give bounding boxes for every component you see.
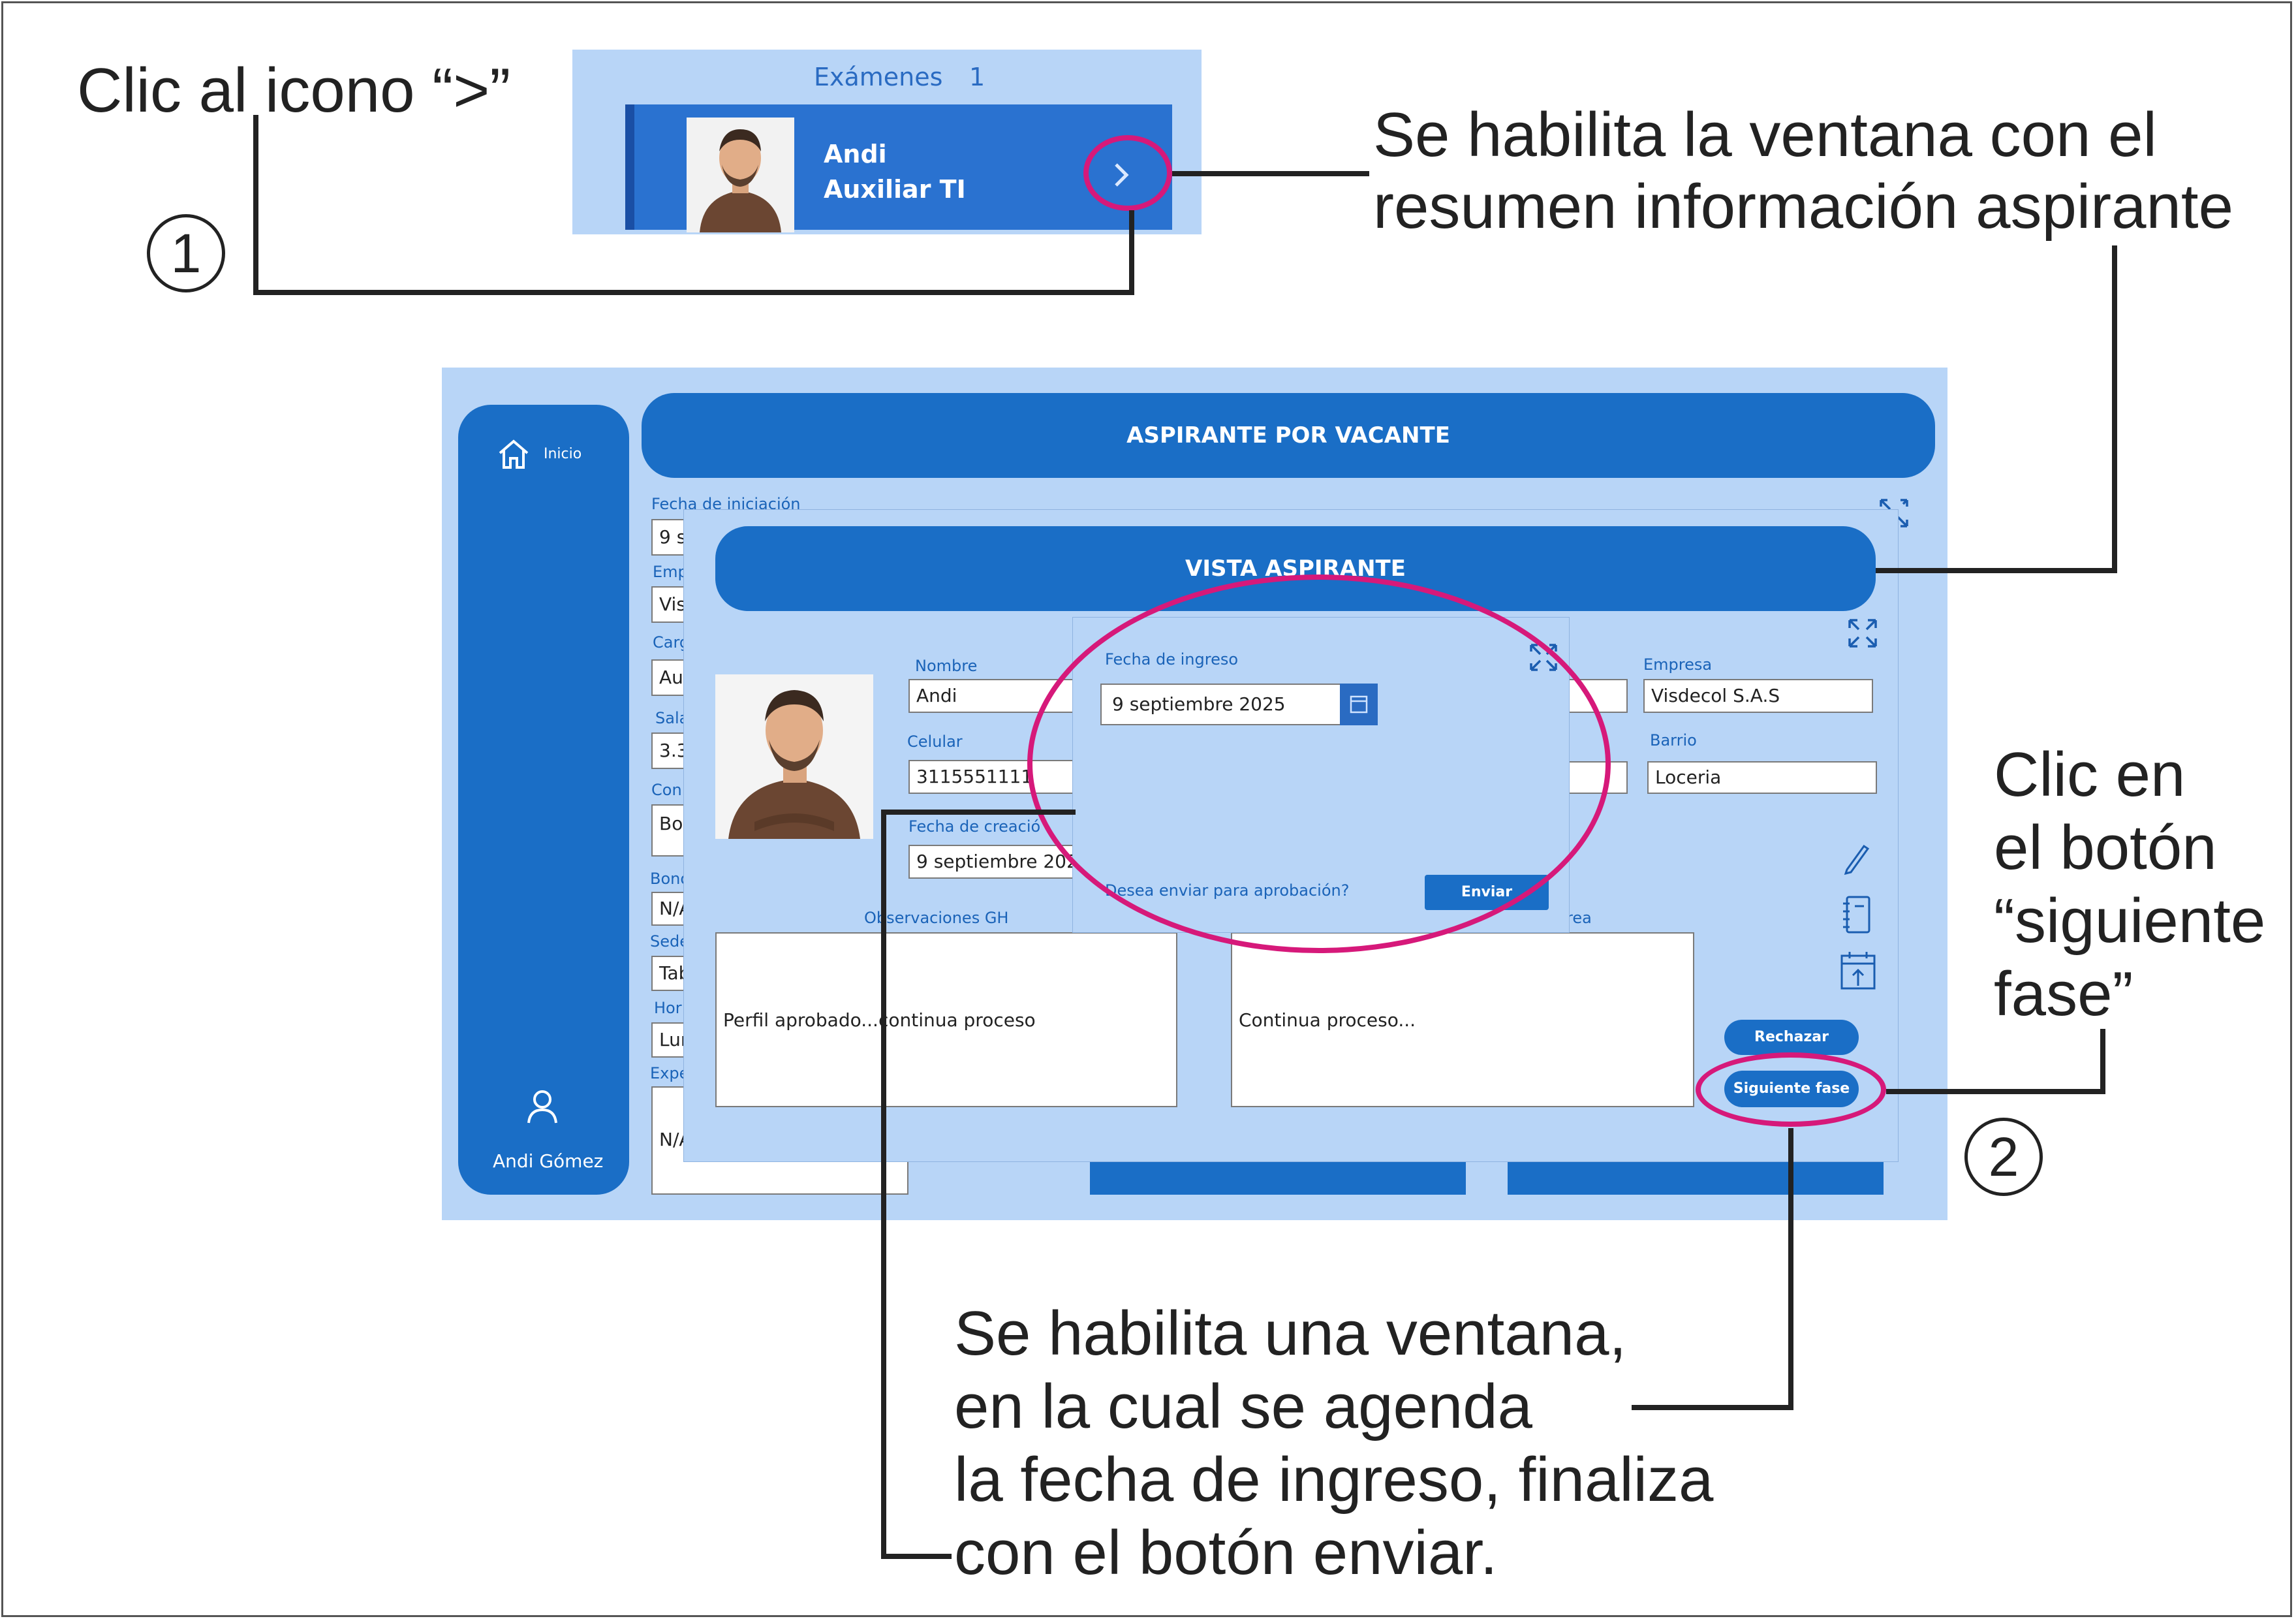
connector-bottom-vertical-left (881, 810, 886, 1559)
celular-label: Celular (907, 732, 963, 751)
connector-window-horizontal-bottom (1876, 568, 2117, 573)
nombre-label: Nombre (915, 657, 978, 675)
bottom-annotation-line4: con el botón enviar. (954, 1518, 1498, 1588)
obs-area-label: rea (1566, 909, 1592, 927)
user-icon[interactable] (525, 1088, 560, 1125)
chevron-highlight-circle (1083, 135, 1172, 211)
connector-window-vertical (2112, 245, 2117, 573)
connector-step2-horizontal (1886, 1089, 2105, 1094)
barrio-field[interactable]: Loceria (1647, 761, 1877, 794)
obs-area-field[interactable]: Continua proceso... (1231, 932, 1694, 1107)
empresa-field[interactable]: Visdecol S.A.S (1643, 679, 1873, 713)
fecha-creacion-label: Fecha de creació (908, 817, 1041, 836)
step2-annotation-line1: Clic en (1994, 740, 2186, 810)
main-header-title: ASPIRANTE POR VACANTE (1126, 422, 1450, 449)
empresa-label: Empresa (1643, 655, 1713, 674)
home-icon[interactable] (496, 436, 531, 471)
sidebar (458, 405, 629, 1195)
bg-label-contrato: Con (651, 781, 682, 799)
fecha-creacion-field[interactable]: 9 septiembre 2025 (908, 845, 1078, 879)
connector-window-horizontal-top (1172, 171, 1369, 176)
notebook-icon[interactable] (1840, 894, 1873, 935)
bg-label-empresa: Emp (653, 563, 688, 581)
expand-icon[interactable] (1846, 616, 1880, 650)
connector-step1-horizontal (253, 290, 1134, 295)
candidate-role: Auxiliar TI (824, 175, 966, 204)
step1-annotation: Clic al icono “>” (77, 55, 511, 125)
connector-step1-vertical-left (253, 115, 258, 295)
barrio-label: Barrio (1650, 731, 1697, 749)
reject-button[interactable]: Rechazar (1724, 1020, 1859, 1055)
popup-highlight-ellipse (1027, 574, 1611, 953)
bottom-annotation-line3: la fecha de ingreso, finaliza (954, 1445, 1714, 1515)
step2-annotation-line2: el botón (1994, 813, 2217, 883)
connector-step2-vertical (2100, 1029, 2105, 1094)
main-header: ASPIRANTE POR VACANTE (642, 393, 1935, 478)
window-annotation-line1: Se habilita la ventana con el (1373, 100, 2157, 170)
exams-count: 1 (969, 63, 985, 91)
candidate-photo-small (687, 118, 794, 232)
connector-step1-vertical-right (1129, 210, 1134, 295)
user-name: Andi Gómez (493, 1150, 604, 1172)
connector-right-vertical (1788, 1128, 1793, 1410)
obs-gh-field[interactable]: Perfil aprobado...continua proceso (715, 932, 1177, 1107)
step2-number-badge: 2 (1964, 1118, 2043, 1196)
step2-annotation-line4: fase” (1994, 959, 2133, 1029)
bg-label-horario: Hor (654, 999, 682, 1017)
edit-icon[interactable] (1840, 840, 1870, 875)
home-label[interactable]: Inicio (544, 446, 582, 462)
connector-bottom-horizontal-left (881, 810, 1076, 815)
step2-annotation-line3: “siguiente (1994, 886, 2266, 956)
bottom-annotation-line1: Se habilita una ventana, (954, 1298, 1627, 1368)
connector-right-horizontal (1632, 1405, 1793, 1410)
step1-number-badge: 1 (147, 214, 225, 292)
calendar-upload-icon[interactable] (1839, 951, 1877, 991)
candidate-photo (715, 674, 873, 839)
next-phase-highlight-circle (1696, 1052, 1886, 1127)
exams-title: Exámenes (814, 63, 943, 91)
window-annotation-line2: resumen información aspirante (1373, 172, 2233, 242)
connector-bottom-horizontal-end (881, 1554, 952, 1559)
candidate-name: Andi (824, 140, 887, 168)
bottom-annotation-line2: en la cual se agenda (954, 1372, 1533, 1441)
